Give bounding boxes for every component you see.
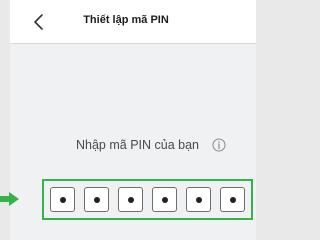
pin-digit-dot xyxy=(94,197,100,203)
pin-digit-2[interactable] xyxy=(84,187,109,212)
pin-input-group[interactable] xyxy=(42,179,253,220)
pin-prompt-row: Nhập mã PIN của bạn xyxy=(76,137,226,153)
pin-digit-dot xyxy=(196,197,202,203)
pin-digit-dot xyxy=(60,197,66,203)
pin-digit-dot xyxy=(162,197,168,203)
header-bar: Thiết lập mã PIN xyxy=(10,0,256,44)
page-title: Thiết lập mã PIN xyxy=(83,14,169,26)
info-icon[interactable] xyxy=(212,138,226,152)
pin-digit-4[interactable] xyxy=(152,187,177,212)
pin-setup-screen: Thiết lập mã PIN Nhập mã PIN của bạn xyxy=(10,0,256,240)
pin-digit-dot xyxy=(128,197,134,203)
pin-digit-5[interactable] xyxy=(186,187,211,212)
arrow-right-icon xyxy=(0,192,19,206)
pin-digit-dot xyxy=(230,197,236,203)
pin-digit-3[interactable] xyxy=(118,187,143,212)
pin-digit-6[interactable] xyxy=(220,187,245,212)
pin-digit-1[interactable] xyxy=(50,187,75,212)
pin-prompt-label: Nhập mã PIN của bạn xyxy=(76,138,199,152)
